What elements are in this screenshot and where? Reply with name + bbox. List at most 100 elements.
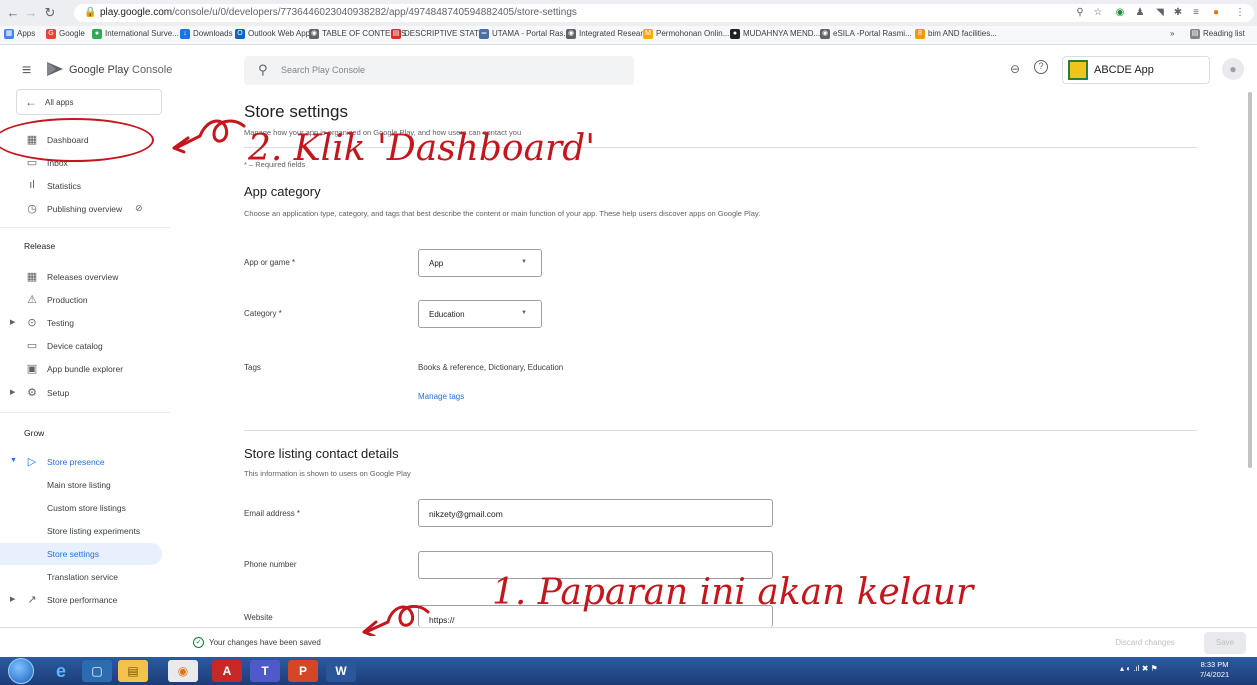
help-icon[interactable]: ? — [1034, 60, 1048, 74]
label-tags: Tags — [244, 363, 261, 372]
sidebar-item-setup[interactable]: ▶ ⚙ Setup — [0, 382, 168, 404]
lock-icon: 🔒 — [84, 7, 97, 18]
label-app-or-game: App or game * — [244, 258, 296, 267]
bookmark-bim[interactable]: 8 bim AND facilities... — [915, 29, 997, 39]
app-name: ABCDE App — [1094, 64, 1154, 76]
zoom-icon[interactable]: ⚲ — [1074, 7, 1086, 19]
sidebar-item-device-catalog[interactable]: ▭ Device catalog — [0, 335, 168, 357]
all-apps-button[interactable]: ← All apps — [16, 89, 162, 115]
word-icon[interactable]: W — [326, 660, 356, 682]
profile-icon[interactable]: ● — [1210, 7, 1222, 19]
menu-hamburger-icon[interactable]: ≡ — [22, 62, 31, 80]
system-tray[interactable]: ▴ ◐ .ıl ✖ ⚑ — [1120, 664, 1158, 673]
file-explorer-icon[interactable]: ▤ — [118, 660, 148, 682]
bookmark-descriptive-stati[interactable]: ▤ DESCRIPTIVE STATI... — [391, 29, 488, 39]
teams-icon[interactable]: T — [250, 660, 280, 682]
bookmark-permohonan[interactable]: M Permohonan Onlin... — [643, 29, 729, 39]
star-icon[interactable]: ☆ — [1092, 7, 1104, 19]
bookmark-esila[interactable]: ◉ eSILA -Portal Rasmi... — [820, 29, 912, 39]
bookmark-outlook[interactable]: O Outlook Web App — [235, 29, 310, 39]
forward-icon[interactable]: → — [22, 4, 40, 22]
category-select[interactable]: Education ▼ — [418, 300, 542, 328]
section-grow: Grow — [24, 428, 45, 438]
sidebar-divider — [0, 227, 170, 228]
scrollbar[interactable] — [1248, 92, 1252, 468]
google-play-logo — [47, 62, 63, 76]
save-button[interactable]: Save — [1204, 632, 1246, 654]
annotation-ellipse — [0, 118, 154, 162]
playlist-icon[interactable]: ≡ — [1190, 7, 1202, 19]
label-email: Email address * — [244, 509, 301, 518]
section-desc-app-category: Choose an application type, category, an… — [244, 209, 761, 218]
sidebar-item-publishing-overview[interactable]: ◷ Publishing overview ⊘ — [0, 198, 168, 220]
search-bar[interactable]: ⚲ Search Play Console — [244, 56, 634, 85]
sidebar-item-testing[interactable]: ▶ ⊙ Testing — [0, 312, 168, 334]
collapse-caret-icon: ▼ — [10, 457, 17, 464]
menu-icon[interactable]: ⋮ — [1234, 7, 1246, 19]
bundle-icon: ▣ — [26, 363, 38, 375]
bookmark-mudahnya[interactable]: ● MUDAHNYA MEND... — [730, 29, 820, 39]
app-icon — [1068, 60, 1088, 80]
sidebar-item-statistics[interactable]: ıl Statistics — [0, 175, 168, 197]
extension-person-icon[interactable]: ♟ — [1134, 7, 1146, 19]
bookmark-utama[interactable]: ═ UTAMA - Portal Ras... — [479, 29, 570, 39]
search-input[interactable]: Search Play Console — [281, 65, 365, 75]
bookmark-international-survey[interactable]: ● International Surve... — [92, 29, 179, 39]
annotation-arrow-footer — [362, 604, 430, 636]
address-bar[interactable]: 🔒 play.google.com/console/u/0/developers… — [74, 4, 1254, 22]
testing-icon: ⊙ — [27, 317, 37, 329]
sidebar-item-store-presence[interactable]: ▼ ▷ Store presence — [0, 451, 168, 473]
sidebar-item-production[interactable]: ⚠ Production — [0, 289, 168, 311]
section-title-contact: Store listing contact details — [244, 446, 399, 461]
manage-tags-link[interactable]: Manage tags — [418, 392, 464, 401]
bookmark-google[interactable]: G Google — [46, 29, 85, 39]
ie-icon[interactable]: e — [46, 660, 76, 682]
dropdown-arrow-icon: ▼ — [521, 310, 527, 316]
bookmark-downloads[interactable]: ↓ Downloads — [180, 29, 233, 39]
chrome-icon[interactable]: ◉ — [168, 660, 198, 682]
app-selector[interactable]: ABCDE App — [1062, 56, 1210, 84]
device-icon: ▭ — [26, 340, 38, 352]
sidebar-item-main-store-listing[interactable]: Main store listing — [0, 474, 168, 496]
save-bar: ✓ Your changes have been saved Discard c… — [0, 627, 1257, 657]
app-or-game-select[interactable]: App ▼ — [418, 249, 542, 277]
reading-list[interactable]: ▤ Reading list — [1190, 29, 1245, 39]
clock-time: 8:33 PM — [1200, 660, 1229, 669]
extension-flag-icon[interactable]: ◥ — [1154, 7, 1166, 19]
account-avatar[interactable]: ● — [1222, 58, 1244, 80]
link-icon[interactable]: ⊖ — [1010, 62, 1020, 76]
sidebar-item-store-performance[interactable]: ▶ ↗ Store performance — [0, 589, 168, 611]
url-path: /console/u/0/developers/7736446023040938… — [172, 7, 577, 18]
bookmark-apps[interactable]: ▦ Apps — [4, 29, 35, 39]
sidebar-item-store-listing-experiments[interactable]: Store listing experiments — [0, 520, 168, 542]
sidebar-item-app-bundle-explorer[interactable]: ▣ App bundle explorer — [0, 358, 168, 380]
powerpoint-icon[interactable]: P — [288, 660, 318, 682]
tags-value: Books & reference, Dictionary, Education — [418, 363, 564, 372]
section-desc-contact: This information is shown to users on Go… — [244, 469, 411, 478]
discard-changes-button[interactable]: Discard changes — [1095, 633, 1195, 653]
gear-icon: ⚙ — [27, 387, 37, 399]
statistics-icon: ıl — [29, 179, 35, 191]
clock[interactable]: 8:33 PM 7/4/2021 — [1200, 660, 1229, 680]
url-text: play.google.com/console/u/0/developers/7… — [100, 7, 577, 18]
pdf-icon[interactable]: A — [212, 660, 242, 682]
sidebar-item-translation-service[interactable]: Translation service — [0, 566, 168, 588]
app-icon-blue[interactable]: ▢ — [82, 660, 112, 682]
back-icon[interactable]: ← — [4, 4, 22, 22]
extensions-icon[interactable]: ✱ — [1172, 7, 1184, 19]
sidebar-item-releases-overview[interactable]: ▦ Releases overview — [0, 266, 168, 288]
expand-caret-icon: ▶ — [10, 319, 16, 326]
extension-green-icon[interactable]: ◉ — [1114, 7, 1126, 19]
sidebar-item-custom-store-listings[interactable]: Custom store listings — [0, 497, 168, 519]
start-button[interactable] — [8, 658, 34, 684]
email-field[interactable]: nikzety@gmail.com — [418, 499, 773, 527]
annotation-arrow-dashboard — [172, 119, 246, 154]
production-icon: ⚠ — [27, 294, 37, 306]
section-release: Release — [24, 241, 56, 251]
publishing-icon: ◷ — [27, 203, 37, 215]
browser-toolbar: ← → ↻ 🔒 play.google.com/console/u/0/deve… — [0, 0, 1257, 26]
bookmarks-overflow[interactable]: » — [1170, 29, 1174, 38]
bookmark-integrated-research[interactable]: ◉ Integrated Researc... — [566, 29, 654, 39]
reload-icon[interactable]: ↻ — [41, 4, 59, 22]
sidebar-item-store-settings[interactable]: Store settings — [0, 543, 162, 565]
